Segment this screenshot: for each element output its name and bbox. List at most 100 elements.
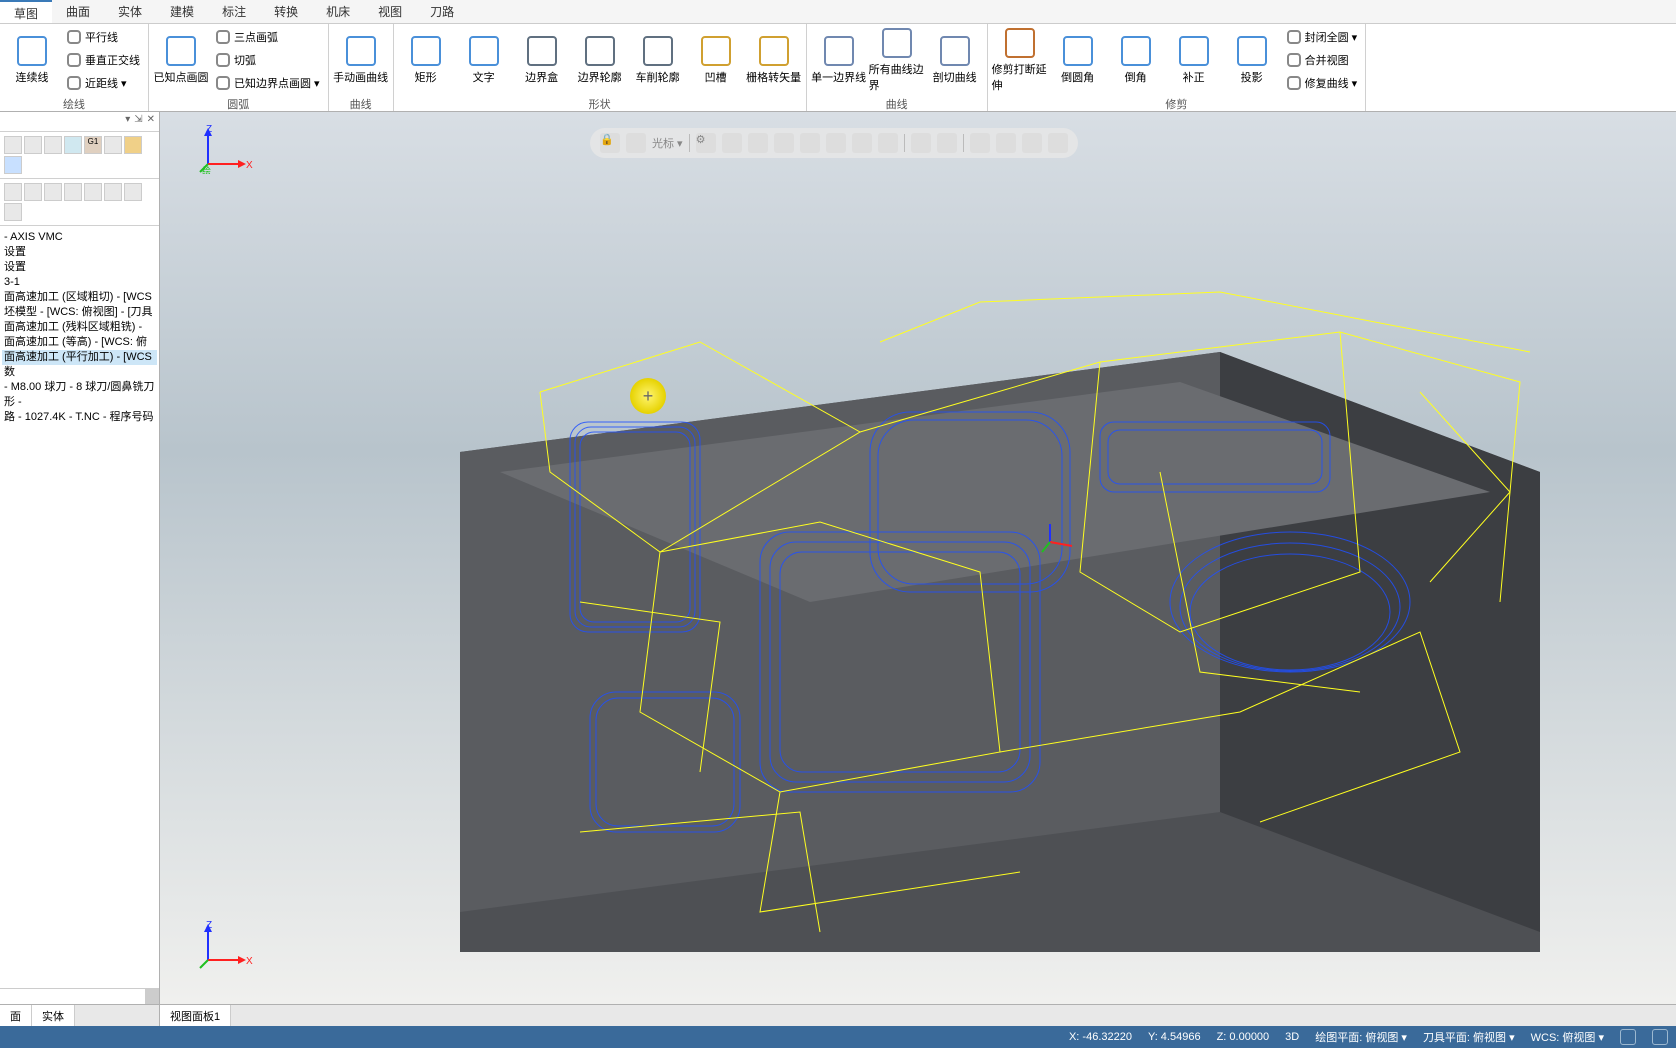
tb-btn-6[interactable]: [104, 136, 122, 154]
ft-b7-icon[interactable]: [911, 133, 931, 153]
groove-button[interactable]: 凹槽: [688, 26, 744, 94]
tb2-btn-5[interactable]: [84, 183, 102, 201]
ribbon-group-label: 曲线: [811, 94, 983, 114]
tree-item-7[interactable]: 面高速加工 (残料区域粗铣) -: [2, 320, 157, 335]
offset-button[interactable]: 补正: [1166, 26, 1222, 94]
arc3-button[interactable]: 三点画弧: [211, 26, 324, 48]
ft-b10-icon[interactable]: [996, 133, 1016, 153]
tb2-btn-1[interactable]: [4, 183, 22, 201]
tree-item-13[interactable]: 路 - 1027.4K - T.NC - 程序号码: [2, 410, 157, 425]
parallel-button[interactable]: 平行线: [62, 26, 144, 48]
spline-button[interactable]: 手动画曲线: [333, 26, 389, 94]
tb2-btn-3[interactable]: [44, 183, 62, 201]
status-wcs[interactable]: WCS: 俯视图 ▾: [1531, 1029, 1604, 1045]
tree-item-0[interactable]: - AXIS VMC: [2, 230, 157, 245]
bottom-tab-left-1[interactable]: 实体: [32, 1005, 75, 1026]
tanarc-button[interactable]: 切弧: [211, 49, 324, 71]
ft-select-icon[interactable]: [722, 133, 742, 153]
ft-b3-icon[interactable]: [800, 133, 820, 153]
tb-btn-8[interactable]: [4, 156, 22, 174]
ft-b6-icon[interactable]: [878, 133, 898, 153]
tree-item-3[interactable]: 设置: [2, 260, 157, 275]
raster-button[interactable]: 栅格转矢量: [746, 26, 802, 94]
near-button[interactable]: 近距线 ▾: [62, 72, 144, 94]
status-draw-plane[interactable]: 绘图平面: 俯视图 ▾: [1315, 1029, 1407, 1045]
tree-item-11[interactable]: - M8.00 球刀 - 8 球刀/圆鼻铣刀: [2, 380, 157, 395]
operations-tree[interactable]: - AXIS VMC设置设置3-1面高速加工 (区域粗切) - [WCS坯模型 …: [0, 226, 159, 988]
tree-item-6[interactable]: 坯模型 - [WCS: 俯视图] - [刀具: [2, 305, 157, 320]
fillet-button[interactable]: 倒圆角: [1050, 26, 1106, 94]
ft-b12-icon[interactable]: [1048, 133, 1068, 153]
tb2-btn-7[interactable]: [124, 183, 142, 201]
menu-tab-7[interactable]: 视图: [364, 0, 416, 23]
panel-close-icon[interactable]: ✕: [147, 114, 155, 129]
status-mode[interactable]: 3D: [1285, 1031, 1299, 1043]
ft-b8-icon[interactable]: [937, 133, 957, 153]
menu-tab-0[interactable]: 草图: [0, 0, 52, 23]
menu-tab-4[interactable]: 标注: [208, 0, 260, 23]
ribbon-label: 切弧: [234, 52, 256, 68]
ribbon-group-label: 绘线: [4, 94, 144, 114]
bottom-tab-left-0[interactable]: 面: [0, 1005, 32, 1026]
turn-button[interactable]: 车削轮廓: [630, 26, 686, 94]
tb-btn-1[interactable]: [4, 136, 22, 154]
repair-button[interactable]: 修复曲线 ▾: [1282, 72, 1362, 94]
single-edge-button[interactable]: 单一边界线: [811, 26, 867, 94]
bottom-tab-right-0[interactable]: 视图面板1: [160, 1005, 231, 1026]
tree-item-4[interactable]: 3-1: [2, 275, 157, 290]
tb2-btn-8[interactable]: [4, 203, 22, 221]
tree-item-2[interactable]: 设置: [2, 245, 157, 260]
merge-button[interactable]: 合并视图: [1282, 49, 1362, 71]
text-button[interactable]: 文字: [456, 26, 512, 94]
ft-b1-icon[interactable]: [748, 133, 768, 153]
tb-btn-3[interactable]: [44, 136, 62, 154]
rect-button[interactable]: 矩形: [398, 26, 454, 94]
ft-b11-icon[interactable]: [1022, 133, 1042, 153]
ft-b9-icon[interactable]: [970, 133, 990, 153]
closecircle-button[interactable]: 封闭全圆 ▾: [1282, 26, 1362, 48]
ft-gear-icon[interactable]: ⚙: [696, 133, 716, 153]
line-button[interactable]: 连续线: [4, 26, 60, 94]
tb2-btn-4[interactable]: [64, 183, 82, 201]
panel-dropdown-icon[interactable]: ▾: [125, 114, 130, 129]
tree-item-9[interactable]: 面高速加工 (平行加工) - [WCS: [2, 350, 157, 365]
circle-button[interactable]: 已知点画圆: [153, 26, 209, 94]
project-button[interactable]: 投影: [1224, 26, 1280, 94]
tb2-btn-6[interactable]: [104, 183, 122, 201]
status-tool-plane[interactable]: 刀具平面: 俯视图 ▾: [1423, 1029, 1515, 1045]
section-button[interactable]: 剖切曲线: [927, 26, 983, 94]
tb-btn-2[interactable]: [24, 136, 42, 154]
tree-item-5[interactable]: 面高速加工 (区域粗切) - [WCS: [2, 290, 157, 305]
status-icon-2[interactable]: [1652, 1029, 1668, 1045]
menu-tab-6[interactable]: 机床: [312, 0, 364, 23]
ft-b5-icon[interactable]: [852, 133, 872, 153]
menu-tab-2[interactable]: 实体: [104, 0, 156, 23]
tree-item-10[interactable]: 数: [2, 365, 157, 380]
status-icon-1[interactable]: [1620, 1029, 1636, 1045]
turn-icon: [642, 35, 674, 67]
perp-button[interactable]: 垂直正交线: [62, 49, 144, 71]
bbox-button[interactable]: 边界盒: [514, 26, 570, 94]
ft-snap-icon[interactable]: [626, 133, 646, 153]
menu-tab-3[interactable]: 建模: [156, 0, 208, 23]
ft-b2-icon[interactable]: [774, 133, 794, 153]
tree-item-8[interactable]: 面高速加工 (等高) - [WCS: 俯: [2, 335, 157, 350]
boundary-button[interactable]: 边界轮廓: [572, 26, 628, 94]
all-edge-button[interactable]: 所有曲线边界: [869, 26, 925, 94]
boundcircle-button[interactable]: 已知边界点画圆 ▾: [211, 72, 324, 94]
tb-btn-5[interactable]: G1: [84, 136, 102, 154]
tb2-btn-2[interactable]: [24, 183, 42, 201]
panel-pin-icon[interactable]: ⇲: [134, 114, 142, 129]
tree-h-scrollbar[interactable]: [0, 988, 159, 1004]
3d-viewport[interactable]: Z X 绘 Z X 🔒 光标 ▾ ⚙: [160, 112, 1676, 1004]
tb-btn-7[interactable]: [124, 136, 142, 154]
menu-tab-5[interactable]: 转换: [260, 0, 312, 23]
chamfer-button[interactable]: 倒角: [1108, 26, 1164, 94]
tree-item-12[interactable]: 形 -: [2, 395, 157, 410]
ft-lock-icon[interactable]: 🔒: [600, 133, 620, 153]
ft-b4-icon[interactable]: [826, 133, 846, 153]
tb-btn-4[interactable]: [64, 136, 82, 154]
menu-tab-8[interactable]: 刀路: [416, 0, 468, 23]
trim-button[interactable]: 修剪打断延伸: [992, 26, 1048, 94]
menu-tab-1[interactable]: 曲面: [52, 0, 104, 23]
